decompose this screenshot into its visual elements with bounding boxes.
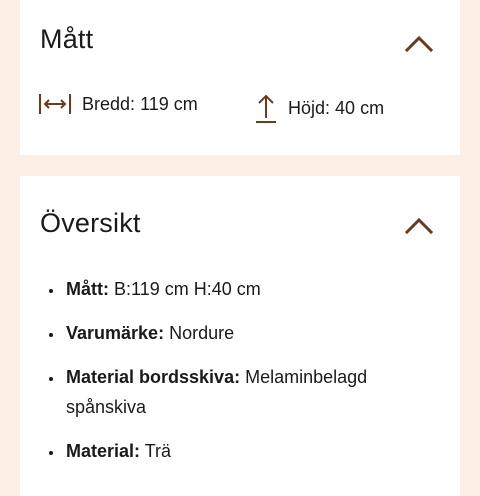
width-spec: Bredd: 119 cm — [38, 92, 198, 116]
dimensions-title: Mått — [40, 24, 94, 54]
overview-title: Översikt — [40, 208, 141, 238]
list-item: Material: Trä — [64, 436, 440, 466]
width-value: 119 cm — [140, 93, 198, 114]
list-item: Material bordsskiva: Melaminbelagd spåns… — [64, 362, 440, 422]
list-item: Varumärke: Nordure — [64, 318, 440, 348]
list-item: Mått: B:119 cm H:40 cm — [64, 274, 440, 304]
spec-label: Material bordsskiva: — [66, 367, 241, 387]
height-label: Höjd: — [288, 97, 331, 118]
spec-label: Varumärke: — [66, 323, 165, 343]
width-arrows-icon — [38, 92, 72, 116]
spec-value: B:119 cm H:40 cm — [114, 279, 261, 299]
chevron-up-icon[interactable] — [404, 34, 434, 54]
spec-value: Trä — [144, 441, 172, 461]
dimensions-card: Mått Bredd: 119 cm Höjd: 40 cm — [20, 0, 460, 155]
width-label: Bredd: — [82, 93, 136, 114]
spec-label: Material: — [66, 441, 141, 461]
spec-label: Mått: — [66, 279, 109, 299]
overview-card: Översikt Mått: B:119 cm H:40 cm Varumärk… — [20, 176, 460, 496]
height-spec: Höjd: 40 cm — [254, 92, 384, 124]
chevron-up-icon[interactable] — [404, 216, 434, 236]
height-value: 40 cm — [335, 97, 385, 118]
spec-value: Nordure — [169, 323, 235, 343]
overview-list: Mått: B:119 cm H:40 cm Varumärke: Nordur… — [46, 274, 440, 480]
height-arrow-icon — [254, 92, 278, 124]
